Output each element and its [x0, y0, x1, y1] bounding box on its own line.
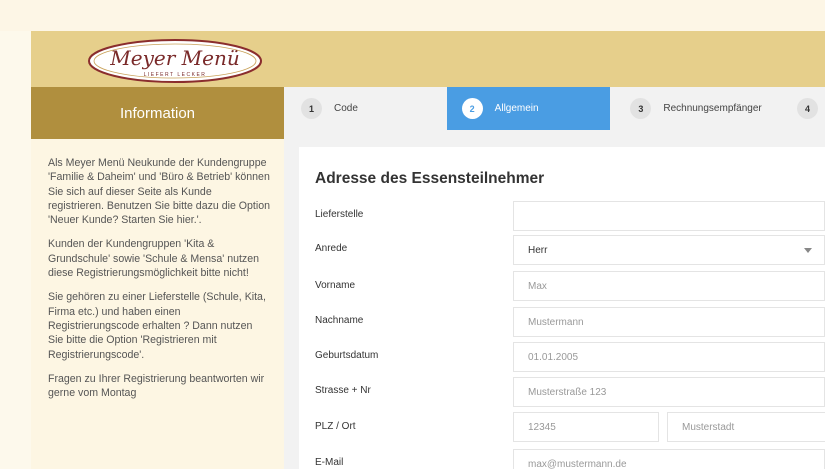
vorname-input[interactable]: Max	[513, 271, 825, 301]
step-number: 1	[301, 98, 322, 119]
step-allgemein[interactable]: 2 Allgemein	[446, 87, 611, 130]
geburtsdatum-input[interactable]: 01.01.2005	[513, 342, 825, 372]
step-label: Rechnungsempfänger	[663, 103, 762, 114]
step-label: Allgemein	[494, 103, 539, 114]
strasse-placeholder: Musterstraße 123	[528, 386, 607, 398]
step-number: 2	[461, 98, 483, 119]
step-number: 4	[797, 98, 818, 119]
nachname-label: Nachname	[315, 315, 364, 326]
plz-ort-label: PLZ / Ort	[315, 421, 356, 432]
vorname-label: Vorname	[315, 280, 356, 291]
anrede-value: Herr	[528, 244, 548, 256]
strasse-label: Strasse + Nr	[315, 385, 371, 396]
plz-placeholder: 12345	[528, 421, 556, 433]
geburtsdatum-label: Geburtsdatum	[315, 350, 379, 361]
lieferstelle-select[interactable]	[513, 201, 825, 231]
email-label: E-Mail	[315, 457, 344, 468]
meyer-menu-logo[interactable]: Meyer Menü LIEFERT LECKER	[87, 38, 263, 84]
info-paragraph: Fragen zu Ihrer Registrierung beantworte…	[48, 372, 265, 400]
wizard-steps: 1 Code 2 Allgemein 3 Rechnungsempfänger …	[284, 87, 825, 130]
logo-tagline: LIEFERT LECKER	[144, 72, 207, 78]
anrede-select[interactable]: Herr	[513, 235, 825, 265]
step-number: 3	[630, 98, 652, 119]
step-label: Code	[334, 103, 358, 114]
logo-text: Meyer Menü	[109, 46, 239, 70]
sidebar-body: Als Meyer Menü Neukunde der Kundengruppe…	[31, 139, 284, 400]
form-title: Adresse des Essensteilnehmer	[315, 170, 545, 187]
ort-input[interactable]: Musterstadt	[667, 412, 825, 442]
lieferstelle-label: Lieferstelle	[315, 209, 364, 220]
main-content: 1 Code 2 Allgemein 3 Rechnungsempfänger …	[284, 87, 825, 469]
email-placeholder: max@mustermann.de	[528, 458, 627, 469]
step-4[interactable]: 4	[785, 87, 825, 130]
site-header: Meyer Menü LIEFERT LECKER	[31, 31, 825, 87]
email-input[interactable]: max@mustermann.de	[513, 449, 825, 469]
info-paragraph: Als Meyer Menü Neukunde der Kundengruppe…	[48, 157, 271, 227]
top-strip	[0, 0, 825, 31]
anrede-label: Anrede	[315, 243, 348, 254]
nachname-input[interactable]: Mustermann	[513, 307, 825, 337]
vorname-placeholder: Max	[528, 280, 547, 292]
chevron-down-icon	[804, 248, 812, 253]
step-code[interactable]: 1 Code	[284, 87, 447, 130]
info-sidebar: Information Als Meyer Menü Neukunde der …	[31, 87, 284, 469]
address-form: Adresse des Essensteilnehmer Lieferstell…	[299, 147, 825, 469]
step-rechnungsempfaenger[interactable]: 3 Rechnungsempfänger	[610, 87, 785, 130]
sidebar-title: Information	[31, 87, 284, 139]
info-paragraph: Kunden der Kundengruppen 'Kita & Grundsc…	[48, 238, 259, 280]
strasse-input[interactable]: Musterstraße 123	[513, 377, 825, 407]
info-paragraph: Sie gehören zu einer Lieferstelle (Schul…	[48, 291, 266, 361]
plz-input[interactable]: 12345	[513, 412, 659, 442]
nachname-placeholder: Mustermann	[528, 316, 584, 328]
ort-placeholder: Musterstadt	[682, 421, 735, 433]
geburtsdatum-placeholder: 01.01.2005	[528, 351, 579, 363]
